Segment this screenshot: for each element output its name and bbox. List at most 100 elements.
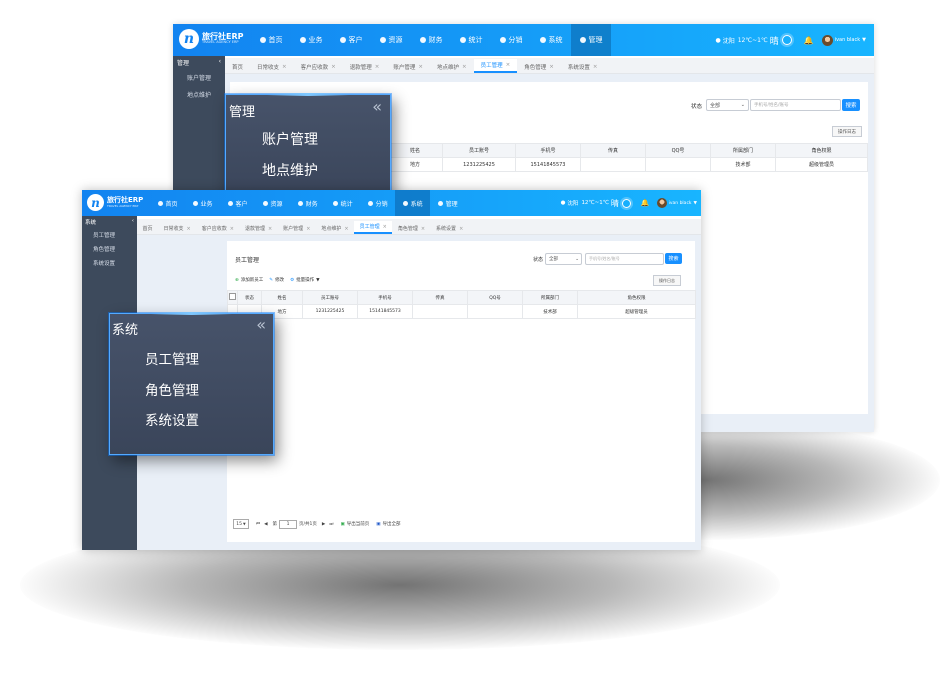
- nav-item-1[interactable]: 业务: [291, 24, 331, 56]
- tab-3[interactable]: 退款管理 ×: [239, 223, 277, 234]
- column-header[interactable]: 员工账号: [442, 143, 516, 158]
- close-icon[interactable]: ×: [459, 226, 463, 232]
- column-header[interactable]: 角色权限: [577, 290, 696, 305]
- column-header[interactable]: QQ号: [645, 143, 711, 158]
- close-icon[interactable]: ×: [230, 226, 234, 232]
- column-header[interactable]: 所属部门: [522, 290, 578, 305]
- nav-item-0[interactable]: 首页: [150, 190, 185, 216]
- page-size-select[interactable]: 15 ▼: [233, 519, 249, 529]
- double-chevron-left-icon[interactable]: «: [372, 97, 382, 116]
- avatar[interactable]: [656, 198, 667, 208]
- tab-8[interactable]: 系统设置 ×: [431, 223, 469, 234]
- nav-item-4[interactable]: 财务: [411, 24, 451, 56]
- sidebar-item-location[interactable]: 地点维护: [173, 86, 225, 103]
- nav-item-2[interactable]: 客户: [331, 24, 371, 56]
- close-icon[interactable]: ×: [331, 64, 336, 70]
- popup-item-account[interactable]: 账户管理: [262, 129, 318, 149]
- nav-item-7[interactable]: 系统: [395, 190, 431, 216]
- column-header[interactable]: 传真: [412, 290, 468, 305]
- close-icon[interactable]: ×: [344, 226, 348, 232]
- nav-item-7[interactable]: 系统: [531, 24, 571, 56]
- status-select[interactable]: 全部 ⌄: [545, 253, 582, 265]
- nav-item-5[interactable]: 统计: [451, 24, 491, 56]
- close-icon[interactable]: ×: [375, 64, 380, 70]
- collapse-icon[interactable]: ‹: [219, 58, 221, 67]
- tab-5[interactable]: 地点维护 ×: [430, 61, 474, 73]
- nav-item-2[interactable]: 客户: [220, 190, 255, 216]
- batch-operation-button[interactable]: 批量操作: [296, 277, 314, 283]
- page-number-input[interactable]: 1: [279, 519, 298, 529]
- export-all-button[interactable]: 导出全部: [382, 521, 400, 527]
- popup-item-settings[interactable]: 系统设置: [145, 409, 199, 429]
- bell-icon[interactable]: 🔔: [641, 199, 650, 207]
- tab-6[interactable]: 员工管理 ×: [354, 221, 393, 234]
- add-employee-button[interactable]: 添加新员工: [241, 277, 264, 283]
- tab-6[interactable]: 员工管理 ×: [473, 59, 518, 73]
- export-current-page-button[interactable]: 导出当前页: [347, 521, 370, 527]
- tab-4[interactable]: 账户管理 ×: [386, 61, 430, 73]
- tab-4[interactable]: 账户管理 ×: [278, 223, 316, 234]
- sidebar-item-role[interactable]: 角色管理: [82, 242, 137, 256]
- close-icon[interactable]: ×: [421, 226, 425, 232]
- tab-7[interactable]: 角色管理 ×: [392, 223, 430, 234]
- close-icon[interactable]: ×: [418, 64, 423, 70]
- user-name[interactable]: ivan black: [669, 201, 692, 206]
- close-icon[interactable]: ×: [462, 64, 467, 70]
- status-select[interactable]: 全部 ⌄: [706, 99, 749, 111]
- next-page-icon[interactable]: ▶: [322, 522, 325, 527]
- column-header[interactable]: QQ号: [467, 290, 523, 305]
- nav-item-6[interactable]: 分销: [491, 24, 531, 56]
- nav-item-6[interactable]: 分销: [360, 190, 395, 216]
- tab-3[interactable]: 退款管理 ×: [343, 61, 387, 73]
- chevron-down-icon[interactable]: ▼: [862, 37, 866, 43]
- avatar[interactable]: [821, 34, 833, 46]
- table-row[interactable]: 地方 1231225425 15141845573 技术部 超级管理员: [387, 157, 868, 172]
- nav-item-4[interactable]: 财务: [290, 190, 325, 216]
- column-header[interactable]: 姓名: [387, 143, 443, 158]
- operation-log-button[interactable]: 操作日志: [832, 126, 862, 137]
- close-icon[interactable]: ×: [549, 64, 554, 70]
- tab-5[interactable]: 地点维护 ×: [316, 223, 354, 234]
- search-button[interactable]: 搜索: [842, 99, 860, 111]
- double-chevron-left-icon[interactable]: «: [256, 315, 266, 334]
- nav-item-0[interactable]: 首页: [251, 24, 291, 56]
- sidebar-item-settings[interactable]: 系统设置: [82, 256, 137, 270]
- sidebar-item-account[interactable]: 账户管理: [173, 69, 225, 86]
- bell-icon[interactable]: 🔔: [804, 36, 814, 45]
- close-icon[interactable]: ×: [268, 226, 272, 232]
- tab-1[interactable]: 日常收支 ×: [158, 223, 196, 234]
- popup-item-employee[interactable]: 员工管理: [145, 348, 199, 368]
- search-input[interactable]: 手机号/姓名/账号: [585, 253, 664, 265]
- table-row[interactable]: 地方 1231225425 15141845573 技术部 超级管理员: [227, 304, 696, 319]
- column-header[interactable]: 所属部门: [710, 143, 776, 158]
- prev-page-icon[interactable]: ◀: [264, 522, 267, 527]
- select-all-checkbox[interactable]: [229, 293, 236, 300]
- collapse-icon[interactable]: ‹: [132, 218, 134, 226]
- column-header[interactable]: 手机号: [357, 290, 413, 305]
- tab-0[interactable]: 首页: [137, 223, 158, 234]
- tab-2[interactable]: 客户应收款 ×: [196, 223, 239, 234]
- column-header[interactable]: 传真: [580, 143, 646, 158]
- tab-2[interactable]: 客户应收款 ×: [294, 61, 343, 73]
- close-icon[interactable]: ×: [187, 226, 191, 232]
- edit-button[interactable]: 修改: [275, 277, 284, 283]
- popup-item-role[interactable]: 角色管理: [145, 379, 199, 399]
- column-header[interactable]: 员工账号: [302, 290, 358, 305]
- close-icon[interactable]: ×: [506, 62, 511, 68]
- nav-item-5[interactable]: 统计: [325, 190, 360, 216]
- tab-7[interactable]: 角色管理 ×: [517, 61, 561, 73]
- search-input[interactable]: 手机号/姓名/账号: [750, 99, 841, 111]
- tab-1[interactable]: 日常收支 ×: [250, 61, 294, 73]
- nav-item-8[interactable]: 管理: [430, 190, 465, 216]
- close-icon[interactable]: ×: [306, 226, 310, 232]
- nav-item-3[interactable]: 资源: [371, 24, 411, 56]
- close-icon[interactable]: ×: [282, 64, 287, 70]
- nav-item-8[interactable]: 管理: [571, 24, 611, 56]
- column-header[interactable]: 角色权限: [775, 143, 868, 158]
- last-page-icon[interactable]: ⏭: [329, 521, 333, 527]
- tab-8[interactable]: 系统设置 ×: [561, 61, 605, 73]
- nav-item-1[interactable]: 业务: [185, 190, 220, 216]
- first-page-icon[interactable]: ⏮: [256, 521, 260, 527]
- nav-item-3[interactable]: 资源: [255, 190, 290, 216]
- sidebar-item-employee[interactable]: 员工管理: [82, 228, 137, 242]
